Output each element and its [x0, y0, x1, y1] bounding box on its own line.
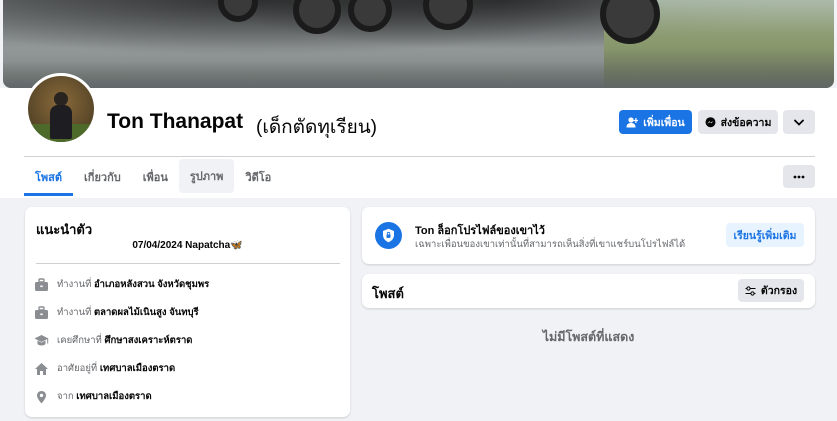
intro-item-work-1: ทำงานที่ อำเภอหลังสวน จังหวัดชุมพร — [34, 277, 209, 292]
locked-subtitle: เฉพาะเพื่อนของเขาเท่านั้นที่สามารถเห็นสิ… — [415, 239, 686, 250]
tab-about[interactable]: เกี่ยวกับ — [73, 158, 132, 196]
avatar[interactable] — [25, 73, 97, 145]
filter-button[interactable]: ตัวกรอง — [738, 279, 804, 302]
shield-lock-icon — [375, 222, 402, 249]
learn-more-button[interactable]: เรียนรู้เพิ่มเติม — [726, 223, 804, 247]
tab-friends[interactable]: เพื่อน — [132, 158, 179, 196]
posts-title: โพสต์ — [372, 286, 404, 301]
profile-name: Ton Thanapat — [107, 110, 244, 133]
tabs-more-button[interactable] — [783, 165, 815, 188]
intro-item-value[interactable]: เทศบาลเมืองตราด — [76, 391, 151, 402]
add-friend-label: เพิ่มเพื่อน — [643, 116, 685, 129]
intro-bio-text: 07/04/2024 Napatcha — [132, 240, 231, 251]
add-friend-button[interactable]: เพิ่มเพื่อน — [619, 110, 692, 134]
intro-item-lives-in: อาศัยอยู่ที่ เทศบาลเมืองตราด — [34, 361, 175, 376]
header-divider — [24, 156, 815, 157]
cover-wheel — [348, 0, 392, 32]
profile-tabs: โพสต์ เกี่ยวกับ เพื่อน รูปภาพ วิดีโอ — [24, 158, 282, 196]
intro-item-value[interactable]: ศึกษาสงเคราะห์ตราด — [104, 335, 192, 346]
graduation-cap-icon — [34, 334, 49, 345]
filter-sliders-icon — [745, 285, 756, 296]
message-button[interactable]: ส่งข้อความ — [698, 110, 778, 134]
intro-bio: 07/04/2024 Napatcha🦋 — [25, 240, 350, 251]
intro-item-education: เคยศึกษาที่ ศึกษาสงเคราะห์ตราด — [34, 333, 192, 348]
intro-item-value[interactable]: ตลาดผลไม้เนินสูง จันทบุรี — [94, 307, 199, 318]
home-icon — [35, 362, 48, 375]
intro-item-work-2: ทำงานที่ ตลาดผลไม้เนินสูง จันทบุรี — [34, 305, 199, 320]
cover-photo[interactable] — [3, 0, 834, 88]
tab-videos[interactable]: วิดีโอ — [234, 158, 282, 196]
intro-item-value[interactable]: อำเภอหลังสวน จังหวัดชุมพร — [94, 279, 209, 290]
profile-nickname: (เด็กตัดทุเรียน) — [256, 117, 378, 138]
messenger-icon — [705, 116, 716, 127]
tab-posts[interactable]: โพสต์ — [24, 158, 74, 196]
butterfly-emoji: 🦋 — [230, 240, 243, 251]
location-pin-icon — [37, 390, 46, 403]
locked-profile-card: Ton ล็อกโปรไฟล์ของเขาไว้ เฉพาะเพื่อนของเ… — [362, 207, 815, 264]
briefcase-icon — [35, 305, 48, 319]
more-actions-button[interactable] — [783, 110, 815, 134]
intro-title: แนะนำตัว — [36, 222, 93, 237]
intro-item-value[interactable]: เทศบาลเมืองตราด — [100, 363, 175, 374]
no-posts-message: ไม่มีโพสต์ที่แสดง — [542, 330, 635, 344]
chevron-down-icon — [794, 119, 804, 126]
cover-wheel — [293, 0, 341, 34]
intro-item-from: จาก เทศบาลเมืองตราด — [34, 389, 152, 404]
more-dots-icon — [793, 175, 805, 178]
intro-card: แนะนำตัว 07/04/2024 Napatcha🦋 ทำงานที่ อ… — [25, 207, 350, 417]
add-user-icon — [626, 116, 639, 127]
posts-card: โพสต์ ตัวกรอง — [362, 274, 815, 308]
cover-wheel — [218, 0, 258, 22]
cover-wheel — [423, 0, 473, 30]
intro-divider — [36, 263, 340, 264]
briefcase-icon — [35, 277, 48, 291]
message-label: ส่งข้อความ — [720, 116, 772, 129]
tab-photos[interactable]: รูปภาพ — [178, 159, 235, 193]
filter-label: ตัวกรอง — [760, 285, 798, 297]
cover-road — [3, 48, 834, 88]
